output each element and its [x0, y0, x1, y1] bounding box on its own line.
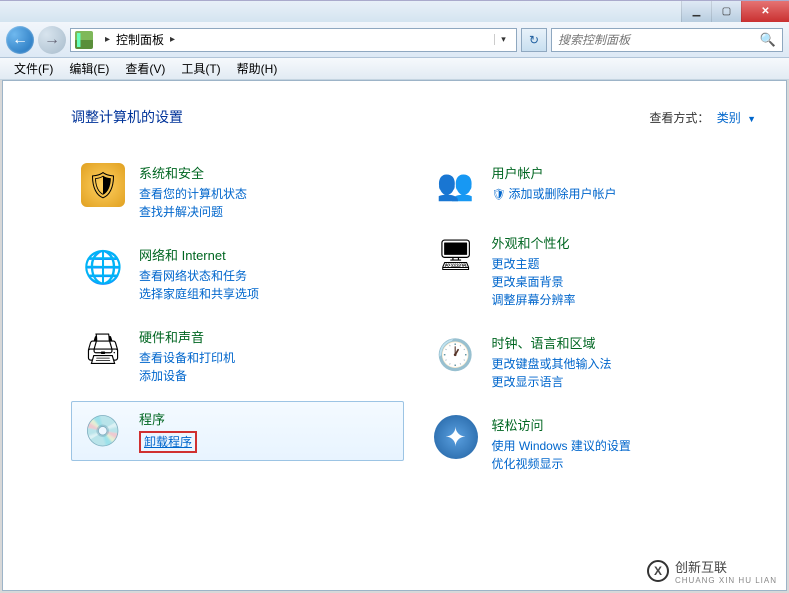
- category-link[interactable]: 更改桌面背景: [492, 273, 576, 291]
- category-title[interactable]: 网络和 Internet: [139, 245, 259, 264]
- category-title[interactable]: 程序: [139, 409, 197, 428]
- category-link[interactable]: 优化视频显示: [492, 455, 631, 473]
- view-by-value[interactable]: 类别: [717, 111, 741, 125]
- arrow-right-icon: →: [44, 31, 60, 49]
- content-header: 调整计算机的设置 查看方式： 类别 ▼: [71, 107, 756, 127]
- category-item[interactable]: 轻松访问使用 Windows 建议的设置优化视频显示: [424, 407, 757, 479]
- ic-prog-icon: [81, 409, 125, 453]
- address-dropdown-button[interactable]: ▾: [494, 34, 512, 45]
- category-icon: [432, 161, 480, 209]
- arrow-left-icon: ←: [12, 31, 28, 49]
- watermark-logo: X: [647, 560, 669, 582]
- category-link[interactable]: 🛡 添加或删除用户帐户: [492, 185, 617, 204]
- breadcrumb-sep-icon: ▸: [105, 34, 110, 45]
- ic-ease-icon: [434, 415, 478, 459]
- category-title[interactable]: 时钟、语言和区域: [492, 333, 612, 352]
- category-title[interactable]: 系统和安全: [139, 163, 247, 182]
- control-panel-icon: [75, 31, 93, 49]
- ic-shield-icon: [81, 163, 125, 207]
- menu-edit[interactable]: 编辑(E): [61, 58, 117, 79]
- category-item[interactable]: 网络和 Internet 查看网络状态和任务选择家庭组和共享选项: [71, 237, 404, 309]
- category-icon: [432, 413, 480, 461]
- close-icon: ✕: [761, 6, 769, 17]
- category-body: 外观和个性化更改主题更改桌面背景调整屏幕分辨率: [492, 231, 576, 309]
- category-link[interactable]: 查看设备和打印机: [139, 349, 235, 367]
- category-link[interactable]: 更改主题: [492, 255, 576, 273]
- ic-clock-icon: [434, 333, 478, 377]
- category-title[interactable]: 外观和个性化: [492, 233, 576, 252]
- breadcrumb-sep-icon[interactable]: ▸: [170, 34, 175, 45]
- view-by-control[interactable]: 查看方式： 类别 ▼: [649, 109, 756, 126]
- navigation-bar: ← → ▸ 控制面板 ▸ ▾ ↻ 🔍: [0, 22, 789, 58]
- maximize-icon: ▢: [722, 6, 731, 17]
- category-link[interactable]: 选择家庭组和共享选项: [139, 285, 259, 303]
- category-link[interactable]: 查看您的计算机状态: [139, 185, 247, 203]
- ic-appr-icon: [434, 233, 478, 277]
- category-column-right: 用户帐户🛡 添加或删除用户帐户外观和个性化更改主题更改桌面背景调整屏幕分辨率时钟…: [424, 155, 757, 479]
- minimize-icon: ▁: [693, 6, 701, 17]
- shield-icon: 🛡: [492, 189, 509, 201]
- ic-hw-icon: [81, 327, 125, 371]
- search-input[interactable]: [558, 33, 760, 47]
- category-item[interactable]: 时钟、语言和区域更改键盘或其他输入法更改显示语言: [424, 325, 757, 397]
- menu-tools[interactable]: 工具(T): [173, 58, 228, 79]
- window-titlebar: ▁ ▢ ✕: [0, 0, 789, 22]
- refresh-button[interactable]: ↻: [521, 28, 547, 52]
- view-by-label: 查看方式：: [649, 111, 709, 125]
- category-icon: [79, 243, 127, 291]
- category-body: 时钟、语言和区域更改键盘或其他输入法更改显示语言: [492, 331, 612, 391]
- category-icon: [432, 331, 480, 379]
- category-body: 系统和安全查看您的计算机状态查找并解决问题: [139, 161, 247, 221]
- category-item[interactable]: 外观和个性化更改主题更改桌面背景调整屏幕分辨率: [424, 225, 757, 315]
- chevron-down-icon[interactable]: ▼: [747, 114, 756, 124]
- breadcrumb-location[interactable]: 控制面板: [116, 31, 164, 48]
- category-link[interactable]: 更改显示语言: [492, 373, 612, 391]
- category-title[interactable]: 用户帐户: [492, 163, 617, 182]
- search-icon[interactable]: 🔍: [760, 32, 776, 48]
- forward-button[interactable]: →: [38, 26, 66, 54]
- menu-file[interactable]: 文件(F): [6, 58, 61, 79]
- category-link[interactable]: 调整屏幕分辨率: [492, 291, 576, 309]
- page-title: 调整计算机的设置: [71, 107, 183, 127]
- category-icon: [79, 325, 127, 373]
- category-link[interactable]: 卸载程序: [139, 431, 197, 453]
- category-body: 网络和 Internet 查看网络状态和任务选择家庭组和共享选项: [139, 243, 259, 303]
- category-icon: [79, 161, 127, 209]
- watermark-sub: CHUANG XIN HU LIAN: [675, 576, 777, 585]
- watermark-brand: 创新互联: [675, 560, 727, 575]
- menu-view[interactable]: 查看(V): [117, 58, 173, 79]
- category-column-left: 系统和安全查看您的计算机状态查找并解决问题网络和 Internet 查看网络状态和…: [71, 155, 404, 479]
- category-icon: [432, 231, 480, 279]
- category-icon: [79, 407, 127, 455]
- category-item[interactable]: 程序卸载程序: [71, 401, 404, 461]
- address-bar[interactable]: ▸ 控制面板 ▸ ▾: [70, 28, 517, 52]
- ic-net-icon: [81, 245, 125, 289]
- category-link[interactable]: 添加设备: [139, 367, 235, 385]
- category-link[interactable]: 使用 Windows 建议的设置: [492, 437, 631, 455]
- category-body: 硬件和声音查看设备和打印机添加设备: [139, 325, 235, 385]
- menu-bar: 文件(F) 编辑(E) 查看(V) 工具(T) 帮助(H): [0, 58, 789, 80]
- watermark: X 创新互联 CHUANG XIN HU LIAN: [639, 553, 785, 589]
- category-title[interactable]: 轻松访问: [492, 415, 631, 434]
- category-item[interactable]: 用户帐户 🛡 添加或删除用户帐户: [424, 155, 757, 215]
- search-box[interactable]: 🔍: [551, 28, 783, 52]
- menu-help[interactable]: 帮助(H): [229, 58, 286, 79]
- maximize-button[interactable]: ▢: [711, 1, 741, 22]
- content-pane: 调整计算机的设置 查看方式： 类别 ▼ 系统和安全查看您的计算机状态查找并解决问…: [2, 80, 787, 591]
- ic-user-icon: [434, 163, 478, 207]
- refresh-icon: ↻: [529, 33, 539, 47]
- category-title[interactable]: 硬件和声音: [139, 327, 235, 346]
- category-grid: 系统和安全查看您的计算机状态查找并解决问题网络和 Internet 查看网络状态和…: [71, 155, 756, 479]
- minimize-button[interactable]: ▁: [681, 1, 711, 22]
- category-body: 用户帐户 🛡 添加或删除用户帐户: [492, 161, 617, 209]
- category-item[interactable]: 硬件和声音查看设备和打印机添加设备: [71, 319, 404, 391]
- category-link[interactable]: 查找并解决问题: [139, 203, 247, 221]
- category-body: 程序卸载程序: [139, 407, 197, 455]
- close-button[interactable]: ✕: [741, 1, 789, 22]
- back-button[interactable]: ←: [6, 26, 34, 54]
- category-link[interactable]: 更改键盘或其他输入法: [492, 355, 612, 373]
- category-link[interactable]: 查看网络状态和任务: [139, 267, 259, 285]
- category-body: 轻松访问使用 Windows 建议的设置优化视频显示: [492, 413, 631, 473]
- category-item[interactable]: 系统和安全查看您的计算机状态查找并解决问题: [71, 155, 404, 227]
